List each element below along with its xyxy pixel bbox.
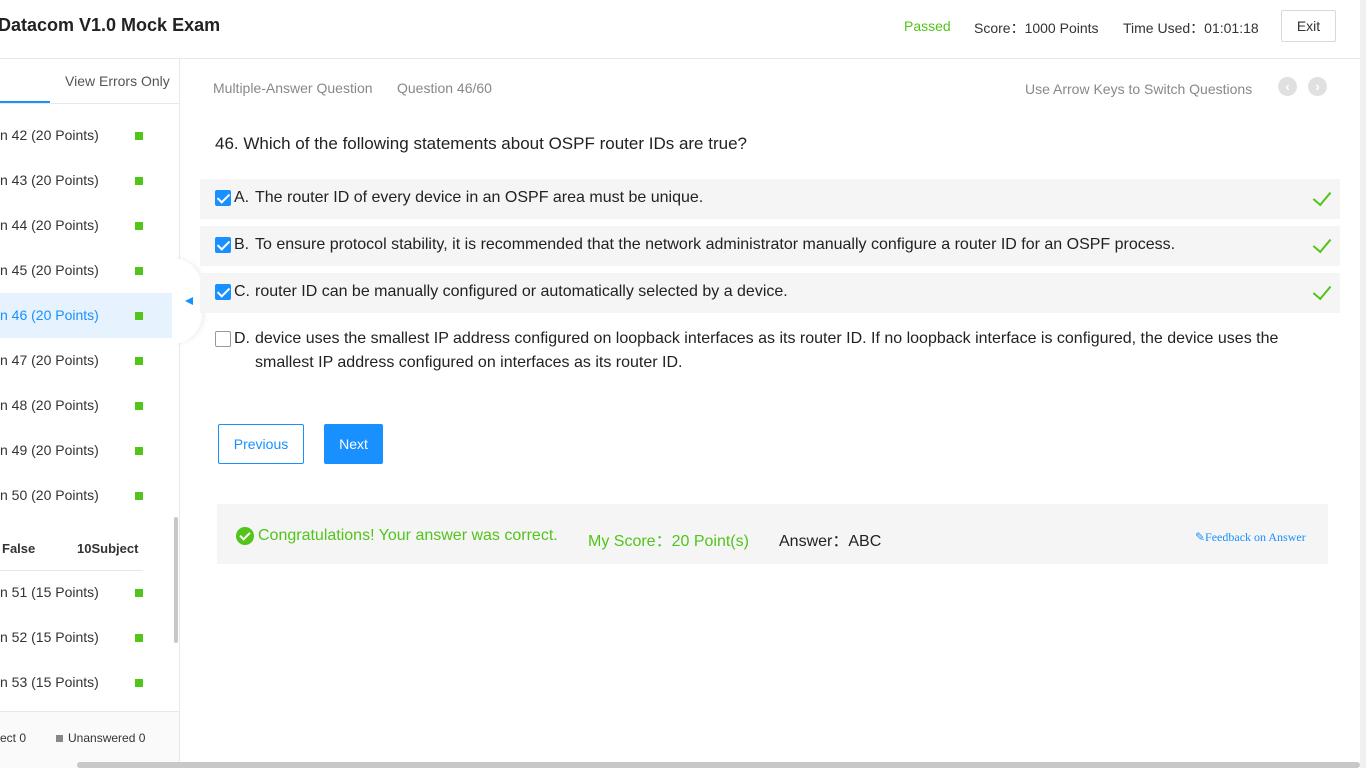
answered-indicator — [135, 357, 143, 365]
triangle-left-icon — [185, 297, 193, 305]
feedback-link[interactable]: ✎Feedback on Answer — [1195, 530, 1306, 545]
question-label: n 47 (20 Points) — [0, 352, 99, 368]
exam-title: Datacom V1.0 Mock Exam — [0, 15, 221, 35]
question-sidebar: View Errors Only n 42 (20 Points) n 43 (… — [0, 59, 180, 768]
question-text: 46. Which of the following statements ab… — [215, 134, 747, 153]
exam-page: Datacom V1.0 Mock Exam Passed Score：1000… — [0, 0, 1366, 768]
sidebar-item-q52[interactable]: n 52 (15 Points) — [0, 615, 172, 660]
option-letter: C. — [234, 283, 250, 300]
tabs-divider — [0, 103, 179, 104]
option-letter: D. — [234, 330, 250, 347]
sidebar-item-q47[interactable]: n 47 (20 Points) — [0, 338, 172, 383]
answered-indicator — [135, 177, 143, 185]
legend-unanswered: Unanswered 0 — [68, 731, 146, 745]
next-button[interactable]: Next — [324, 424, 383, 464]
answered-indicator — [135, 492, 143, 500]
question-label: n 52 (15 Points) — [0, 629, 99, 645]
checkbox-checked[interactable] — [215, 190, 231, 206]
question-label: n 46 (20 Points) — [0, 307, 99, 323]
question-type: Multiple-Answer Question — [213, 80, 373, 96]
answered-indicator — [135, 589, 143, 597]
answered-indicator — [135, 634, 143, 642]
answered-indicator — [135, 402, 143, 410]
checkbox-checked[interactable] — [215, 284, 231, 300]
result-message: Congratulations! Your answer was correct… — [258, 527, 558, 544]
answered-indicator — [135, 267, 143, 275]
option-text: router ID can be manually configured or … — [255, 283, 788, 300]
total-score: Score：1000 Points — [974, 20, 1099, 36]
correct-answer: Answer：ABC — [779, 533, 882, 550]
option-text: device uses the smallest IP address conf… — [255, 330, 1279, 371]
option-text: To ensure protocol stability, it is reco… — [255, 236, 1176, 253]
sidebar-item-q51[interactable]: n 51 (15 Points) — [0, 570, 172, 615]
chevron-left-icon[interactable]: ‹ — [1278, 77, 1297, 96]
answered-indicator — [135, 679, 143, 687]
question-label: n 51 (15 Points) — [0, 584, 99, 600]
sidebar-item-q49[interactable]: n 49 (20 Points) — [0, 428, 172, 473]
sidebar-item-q46[interactable]: n 46 (20 Points) — [0, 293, 172, 338]
section-title: False — [2, 541, 36, 556]
sidebar-item-q48[interactable]: n 48 (20 Points) — [0, 383, 172, 428]
header: Datacom V1.0 Mock Exam Passed Score：1000… — [0, 0, 1366, 59]
option-letter: B. — [234, 236, 250, 253]
question-number: Question 46/60 — [397, 80, 492, 96]
sidebar-item-q50[interactable]: n 50 (20 Points) — [0, 473, 172, 518]
question-label: n 42 (20 Points) — [0, 127, 99, 143]
previous-button[interactable]: Previous — [218, 424, 304, 464]
option-d[interactable]: D. device uses the smallest IP address c… — [200, 320, 1340, 380]
legend-incorrect: ect 0 — [0, 731, 27, 745]
sidebar-collapse-toggle[interactable] — [172, 258, 202, 344]
sidebar-item-q44[interactable]: n 44 (20 Points) — [0, 203, 172, 248]
sidebar-scrollbar[interactable] — [174, 517, 178, 643]
question-label: n 50 (20 Points) — [0, 487, 99, 503]
option-text: The router ID of every device in an OSPF… — [255, 189, 704, 206]
sidebar-item-q45[interactable]: n 45 (20 Points) — [0, 248, 172, 293]
unanswered-square-icon — [56, 735, 63, 742]
option-b[interactable]: B. To ensure protocol stability, it is r… — [200, 226, 1340, 266]
section-header-true-false: False 10Subject — [0, 541, 143, 571]
tab-all-questions[interactable] — [0, 59, 50, 103]
answer-result-panel: Congratulations! Your answer was correct… — [217, 504, 1328, 564]
check-circle-icon — [236, 527, 254, 545]
correct-check-icon — [1312, 280, 1332, 301]
option-c[interactable]: C. router ID can be manually configured … — [200, 273, 1340, 313]
sidebar-item-q53[interactable]: n 53 (15 Points) — [0, 660, 172, 705]
sidebar-item-q43[interactable]: n 43 (20 Points) — [0, 158, 172, 203]
question-label: n 48 (20 Points) — [0, 397, 99, 413]
answered-indicator — [135, 447, 143, 455]
vertical-scrollbar-track — [1360, 0, 1366, 768]
question-label: n 43 (20 Points) — [0, 172, 99, 188]
option-letter: A. — [234, 189, 250, 206]
question-label: n 45 (20 Points) — [0, 262, 99, 278]
sidebar-item-q42[interactable]: n 42 (20 Points) — [0, 113, 172, 158]
correct-check-icon — [1312, 233, 1332, 254]
tab-view-errors-only[interactable]: View Errors Only — [65, 73, 170, 89]
correct-check-icon — [1312, 186, 1332, 207]
answered-indicator — [135, 312, 143, 320]
time-used: Time Used：01:01:18 — [1123, 20, 1259, 36]
answered-indicator — [135, 132, 143, 140]
arrow-keys-hint: Use Arrow Keys to Switch Questions — [1025, 81, 1253, 97]
my-score: My Score：20 Point(s) — [588, 533, 749, 550]
checkbox-unchecked[interactable] — [215, 331, 231, 347]
question-label: n 44 (20 Points) — [0, 217, 99, 233]
pass-status: Passed — [904, 18, 951, 34]
question-label: n 49 (20 Points) — [0, 442, 99, 458]
answered-indicator — [135, 222, 143, 230]
checkbox-checked[interactable] — [215, 237, 231, 253]
exit-button[interactable]: Exit — [1281, 10, 1336, 42]
section-count: 10Subject — [77, 541, 139, 556]
question-label: n 53 (15 Points) — [0, 674, 99, 690]
sidebar-legend: ect 0 Unanswered 0 — [0, 711, 179, 768]
horizontal-scrollbar[interactable] — [77, 762, 1360, 768]
option-a[interactable]: A. The router ID of every device in an O… — [200, 179, 1340, 219]
chevron-right-icon[interactable]: › — [1308, 77, 1327, 96]
